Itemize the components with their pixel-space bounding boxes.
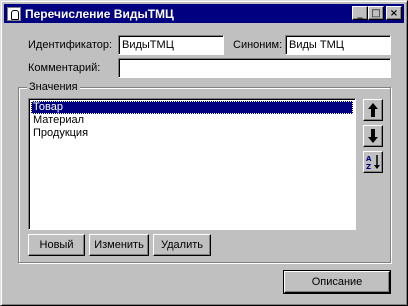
window-controls: _ □ × xyxy=(352,6,402,20)
comment-input[interactable] xyxy=(118,58,391,78)
close-button[interactable]: × xyxy=(386,6,402,20)
list-item[interactable]: Материал xyxy=(31,114,353,127)
new-button[interactable]: Новый xyxy=(28,234,85,256)
comment-label: Комментарий: xyxy=(28,62,101,74)
arrow-down-icon xyxy=(368,129,378,143)
sort-az-icon: A Z xyxy=(366,155,380,170)
delete-button[interactable]: Удалить xyxy=(153,234,211,256)
maximize-button[interactable]: □ xyxy=(368,6,384,20)
edit-button[interactable]: Изменить xyxy=(89,234,149,256)
synonym-label: Синоним: xyxy=(233,39,283,51)
description-button[interactable]: Описание xyxy=(283,270,391,294)
values-listbox[interactable]: Товар Материал Продукция xyxy=(28,98,356,230)
move-down-button[interactable] xyxy=(363,125,383,147)
svg-text:Z: Z xyxy=(366,163,371,170)
sort-button[interactable]: A Z xyxy=(363,151,383,173)
title-bar[interactable]: Перечисление ВидыТМЦ _ □ × xyxy=(4,4,404,23)
svg-text:A: A xyxy=(366,155,372,163)
arrow-up-icon xyxy=(368,103,378,117)
list-item[interactable]: Продукция xyxy=(31,127,353,140)
window-title: Перечисление ВидыТМЦ xyxy=(25,6,174,21)
move-up-button[interactable] xyxy=(363,99,383,121)
minimize-button[interactable]: _ xyxy=(352,6,368,20)
identifier-input[interactable] xyxy=(118,35,224,55)
synonym-input[interactable] xyxy=(285,35,391,55)
enum-editor-window: Перечисление ВидыТМЦ _ □ × Идентификатор… xyxy=(0,0,408,306)
identifier-label: Идентификатор: xyxy=(28,39,113,51)
metadata-enum-icon xyxy=(7,6,21,21)
list-item[interactable]: Товар xyxy=(31,101,353,114)
values-group-caption: Значения xyxy=(27,81,80,93)
